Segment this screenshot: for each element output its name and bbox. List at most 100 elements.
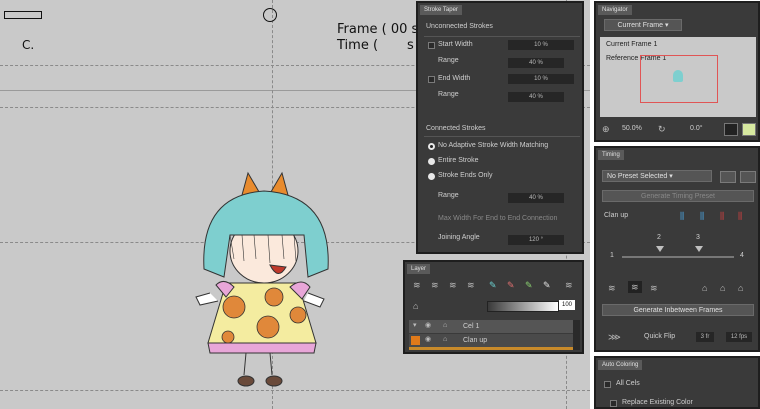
layers-icon[interactable]: ≋ — [628, 281, 642, 293]
flip-vertical-icon[interactable] — [742, 123, 756, 136]
layer-panel: Layer ≋ ≋ ≋ ≋ ✎ ✎ ✎ ✎ ≋ ⌂ 100 ▾ ◉ ⌂ Cel … — [403, 260, 584, 354]
stroke-taper-panel: Stroke Taper Unconnected Strokes Start W… — [416, 1, 584, 254]
pen-layer-icon[interactable]: ✎ — [489, 280, 497, 290]
quick-flip-label: Quick Flip — [644, 333, 676, 340]
preview-gutter — [720, 37, 756, 117]
end-width-checkbox[interactable] — [428, 76, 435, 83]
safe-area-marker — [4, 11, 42, 19]
viewport-rect[interactable] — [640, 55, 718, 103]
layers-icon[interactable]: ≋ — [650, 283, 658, 293]
tick-label: 3 — [696, 234, 700, 241]
layer-tab[interactable]: Layer — [407, 264, 431, 274]
timing-panel: Timing No Preset Selected ▾ Generate Tim… — [594, 146, 760, 352]
layer-row[interactable]: ◉ ⌂ Clan up — [409, 334, 573, 350]
start-width-field[interactable]: 10 % — [508, 40, 574, 50]
layer-name: Cel 1 — [463, 323, 480, 330]
stroke-taper-tab[interactable]: Stroke Taper — [420, 5, 462, 15]
range-label: Range — [438, 91, 459, 98]
timing-mode-icon[interactable]: ⫼ — [700, 211, 704, 221]
replace-color-checkbox[interactable] — [610, 400, 617, 407]
unconnected-strokes-header: Unconnected Strokes — [426, 23, 493, 30]
lock-icon[interactable]: ⌂ — [720, 283, 725, 293]
rotation-value: 0.0° — [690, 125, 703, 132]
divider — [424, 36, 580, 37]
range-field[interactable]: 40 % — [508, 92, 564, 102]
character-thumbnail — [673, 70, 683, 82]
max-width-label[interactable]: Max Width For End to End Connection — [438, 215, 557, 222]
tick-label: 4 — [740, 252, 744, 259]
character-drawing[interactable] — [190, 165, 340, 395]
frame-mode-dropdown[interactable]: Current Frame ▾ — [604, 19, 682, 31]
end-width-field[interactable]: 10 % — [508, 74, 574, 84]
lock-icon[interactable]: ⌂ — [443, 321, 447, 331]
pen-layer-icon[interactable]: ✎ — [507, 280, 515, 290]
joining-angle-field[interactable]: 120 ° — [508, 235, 564, 245]
preset-dropdown[interactable]: No Preset Selected ▾ — [602, 170, 712, 182]
generate-timing-button[interactable]: Generate Timing Preset — [602, 190, 754, 202]
center-marker — [263, 8, 277, 22]
range-label: Range — [438, 192, 459, 199]
time-readout: Time ( s — [337, 38, 414, 53]
lock-icon[interactable]: ⌂ — [413, 301, 418, 311]
range-field[interactable]: 40 % — [508, 193, 564, 203]
timing-slider-track[interactable] — [622, 256, 734, 258]
pen-layer-icon[interactable]: ✎ — [543, 280, 551, 290]
timing-mode-icon[interactable]: ⫼ — [738, 211, 742, 221]
dropdown-label: Current Frame — [617, 22, 664, 29]
navigator-panel: Navigator Current Frame ▾ Current Frame … — [594, 1, 760, 142]
divider — [424, 136, 580, 137]
start-width-checkbox[interactable] — [428, 42, 435, 49]
all-cels-label: All Cels — [616, 380, 640, 387]
preset-label: No Preset Selected — [607, 173, 668, 180]
layer-stack-icon[interactable]: ≋ — [431, 280, 439, 290]
lock-icon[interactable]: ⌂ — [443, 335, 447, 345]
add-layer-icon[interactable]: ≋ — [413, 280, 421, 290]
zoom-value: 50.0% — [622, 125, 642, 132]
frame-readout: Frame ( 00 s — [337, 22, 419, 37]
timing-tab[interactable]: Timing — [598, 150, 624, 160]
eye-icon[interactable]: ◉ — [425, 335, 431, 345]
fps-field[interactable]: 12 fps — [726, 332, 752, 342]
load-preset-icon[interactable] — [740, 171, 756, 183]
generate-inbetween-button[interactable]: Generate Inbetween Frames — [602, 304, 754, 316]
start-width-label: Start Width — [438, 41, 473, 48]
opacity-field[interactable]: 100 — [559, 300, 575, 310]
layer-name: Clan up — [463, 337, 488, 344]
lock-icon[interactable]: ⌂ — [738, 283, 743, 293]
flip-horizontal-icon[interactable] — [724, 123, 738, 136]
layer-options-icon[interactable]: ≋ — [565, 280, 573, 290]
range-field[interactable]: 40 % — [508, 58, 564, 68]
end-width-label: End Width — [438, 75, 471, 82]
layer-stack-icon[interactable]: ≋ — [449, 280, 457, 290]
replace-color-label: Replace Existing Color — [622, 399, 693, 406]
eye-icon[interactable]: ◉ — [425, 321, 431, 331]
radio-stroke-ends[interactable] — [428, 173, 435, 180]
all-cels-checkbox[interactable] — [604, 381, 611, 388]
layer-name-label: Clan up — [604, 212, 629, 219]
timing-marker[interactable] — [656, 246, 664, 252]
navigator-preview[interactable]: Current Frame 1 Reference Frame 1 — [600, 37, 720, 117]
navigator-tab[interactable]: Navigator — [598, 5, 632, 15]
tick-label: 1 — [610, 252, 614, 259]
joining-angle-label: Joining Angle — [438, 234, 480, 241]
layer-row[interactable]: ▾ ◉ ⌂ Cel 1 — [409, 320, 573, 333]
timing-marker[interactable] — [695, 246, 703, 252]
layers-icon[interactable]: ≋ — [608, 283, 616, 293]
radio-no-adaptive[interactable] — [428, 143, 435, 150]
pen-layer-icon[interactable]: ✎ — [525, 280, 533, 290]
rotate-icon[interactable]: ↻ — [658, 124, 666, 134]
tick-label: 2 — [657, 234, 661, 241]
lock-icon[interactable]: ⌂ — [702, 283, 707, 293]
save-preset-icon[interactable] — [720, 171, 736, 183]
flip-frames-field[interactable]: 3 fr — [696, 332, 714, 342]
expand-icon[interactable]: ▾ — [413, 321, 417, 331]
quick-flip-icon[interactable]: ⋙ — [608, 332, 621, 342]
layer-scrollbar[interactable] — [573, 320, 580, 350]
auto-coloring-tab[interactable]: Auto Coloring — [598, 360, 643, 370]
layer-stack-icon[interactable]: ≋ — [467, 280, 475, 290]
timing-mode-icon[interactable]: ⫼ — [720, 211, 724, 221]
radio-entire-stroke[interactable] — [428, 158, 435, 165]
zoom-icon[interactable]: ⊕ — [602, 124, 610, 134]
timing-mode-icon[interactable]: ⫼ — [680, 211, 684, 221]
opacity-slider[interactable] — [487, 301, 559, 312]
